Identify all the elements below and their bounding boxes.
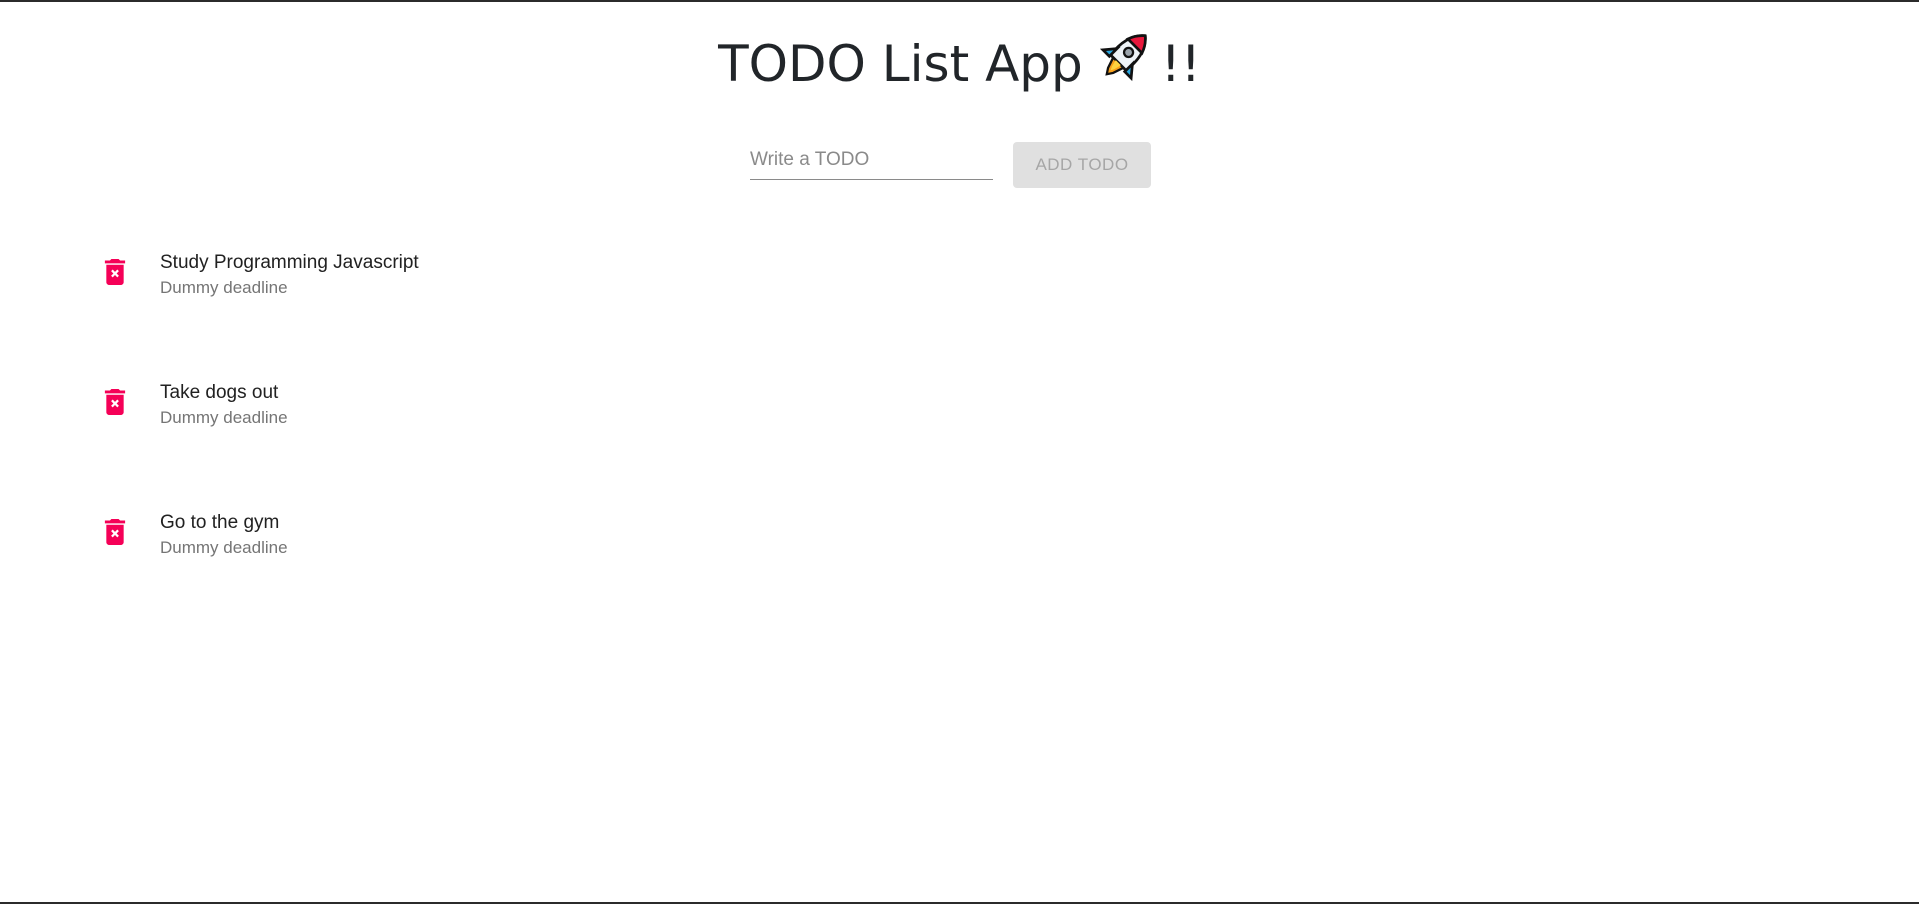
todo-item: Take dogs out Dummy deadline <box>0 360 1919 490</box>
delete-todo-button[interactable] <box>95 512 135 552</box>
window-top-border <box>0 0 1919 2</box>
page-title: TODO List App !! <box>0 30 1919 105</box>
todo-item: Go to the gym Dummy deadline <box>0 490 1919 620</box>
page-title-suffix: !! <box>1160 35 1201 93</box>
todo-title: Take dogs out <box>160 382 279 403</box>
todo-title: Study Programming Javascript <box>160 252 419 273</box>
delete-todo-button[interactable] <box>95 252 135 292</box>
todo-input[interactable] <box>750 141 993 180</box>
delete-todo-button[interactable] <box>95 382 135 422</box>
todo-deadline: Dummy deadline <box>160 538 288 557</box>
add-todo-button[interactable]: ADD TODO <box>1013 142 1151 188</box>
rocket-icon <box>1097 26 1155 101</box>
delete-forever-icon <box>104 389 126 415</box>
delete-forever-icon <box>104 519 126 545</box>
todo-deadline: Dummy deadline <box>160 408 288 427</box>
todo-title: Go to the gym <box>160 512 280 533</box>
add-todo-form: ADD TODO <box>750 141 1151 189</box>
todo-text: Study Programming Javascript Dummy deadl… <box>160 250 419 300</box>
todo-item: Study Programming Javascript Dummy deadl… <box>0 230 1919 360</box>
todo-text: Take dogs out Dummy deadline <box>160 380 288 430</box>
page-title-text: TODO List App <box>718 35 1083 93</box>
todo-deadline: Dummy deadline <box>160 278 288 297</box>
todo-text: Go to the gym Dummy deadline <box>160 510 288 560</box>
delete-forever-icon <box>104 259 126 285</box>
todo-list: Study Programming Javascript Dummy deadl… <box>0 230 1919 620</box>
